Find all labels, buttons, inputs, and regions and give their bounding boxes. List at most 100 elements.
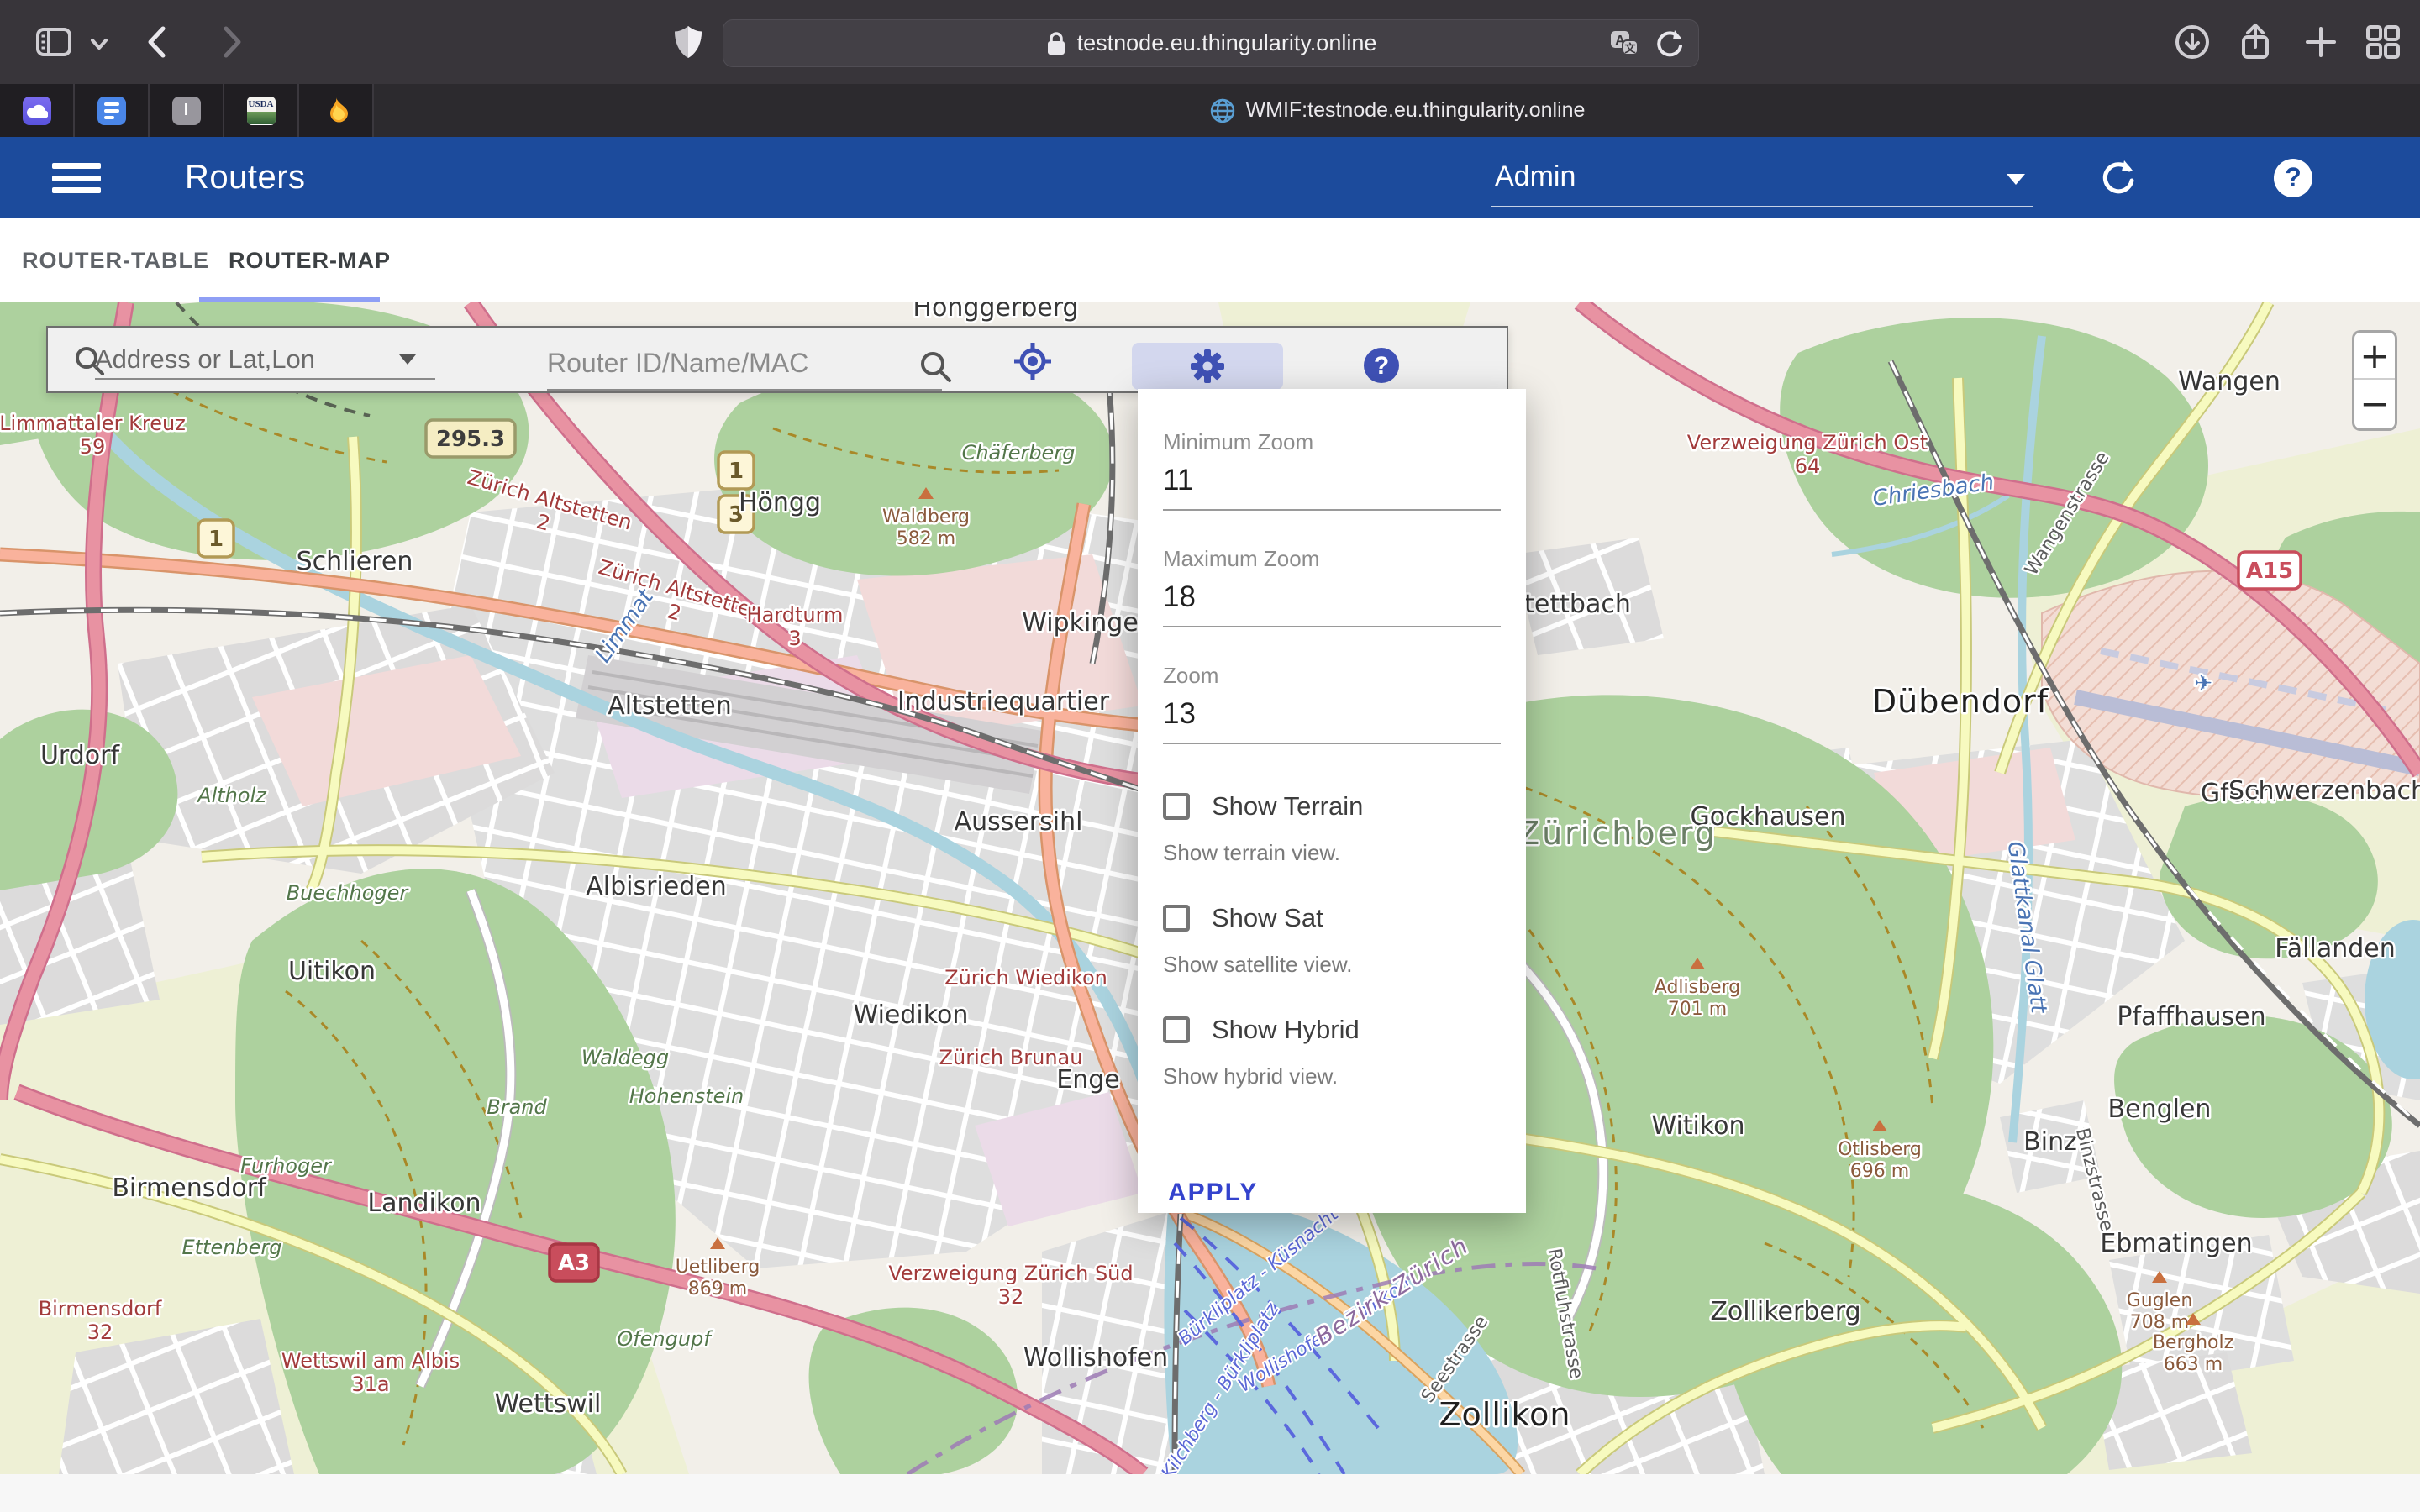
active-tab-indicator xyxy=(199,297,380,302)
map-label: Aussersihl xyxy=(955,807,1083,837)
route-shield: 295.3 xyxy=(426,420,515,457)
settings-checkbox-group: Show SatShow satellite view. xyxy=(1163,903,1501,978)
reload-icon[interactable] xyxy=(1653,27,1686,60)
address-select[interactable]: Address or Lat,Lon xyxy=(95,344,315,375)
checkbox-row[interactable]: Show Hybrid xyxy=(1163,1015,1501,1045)
checkbox-row[interactable]: Show Sat xyxy=(1163,903,1501,933)
url-text: testnode.eu.thingularity.online xyxy=(1077,30,1377,56)
usda-icon: USDA xyxy=(247,97,276,125)
map-label: Stettbach xyxy=(1508,590,1631,619)
map-label: Enge xyxy=(1056,1065,1119,1095)
router-search-icon[interactable] xyxy=(918,349,954,385)
map-settings-button[interactable] xyxy=(1132,343,1283,390)
svg-text:文: 文 xyxy=(1624,42,1636,55)
route-shield: 1 xyxy=(198,520,234,557)
map-label: Benglen xyxy=(2108,1095,2212,1124)
map-label: Wiedikon xyxy=(854,1000,969,1030)
router-search-input[interactable]: Router ID/Name/MAC xyxy=(547,348,942,391)
map-label: Binz xyxy=(2023,1127,2077,1157)
pinned-tab-firebase[interactable] xyxy=(299,84,374,137)
address-bar[interactable]: testnode.eu.thingularity.online A文 xyxy=(723,19,1699,67)
address-select-caret-icon[interactable] xyxy=(399,354,416,365)
map-help-icon[interactable]: ? xyxy=(1362,346,1401,385)
map-label: Pfaffhausen xyxy=(2117,1002,2265,1032)
address-underline xyxy=(95,378,435,380)
svg-text:1: 1 xyxy=(208,527,224,552)
zoom-field: Minimum Zoom11 xyxy=(1163,429,1501,511)
route-shield: A3 xyxy=(550,1244,598,1281)
map-zoom-control: + − xyxy=(2352,330,2397,431)
lock-icon xyxy=(1045,31,1067,56)
tab-router-map[interactable]: ROUTER-MAP xyxy=(229,218,391,302)
pinned-tab-usda[interactable]: USDA xyxy=(224,84,299,137)
zoom-out-button[interactable]: − xyxy=(2354,380,2395,427)
help-icon[interactable]: ? xyxy=(2272,157,2314,199)
checkbox-description: Show hybrid view. xyxy=(1163,1063,1501,1089)
map-settings-panel: Minimum Zoom11Maximum Zoom18Zoom13 Show … xyxy=(1138,389,1526,1213)
map-label: Zollikerberg xyxy=(1710,1297,1860,1326)
map-label: Otlisberg696 m xyxy=(1838,1139,1922,1182)
map-label: Chäferberg xyxy=(962,441,1076,465)
sidebar-toggle-icon[interactable] xyxy=(34,22,74,62)
map-label: Bergholz663 m xyxy=(2153,1332,2233,1375)
map-label: Uitikon xyxy=(288,957,376,986)
info-icon: I xyxy=(172,97,201,125)
tab-router-table[interactable]: ROUTER-TABLE xyxy=(22,218,209,302)
settings-checkbox-group: Show Terrain Show terrain view. xyxy=(1163,791,1501,866)
checkbox-description: Show terrain view. xyxy=(1163,840,1501,866)
checkbox[interactable] xyxy=(1163,793,1190,820)
map-label: Ebmatingen xyxy=(2100,1229,2252,1258)
pinned-tab-info[interactable]: I xyxy=(150,84,224,137)
my-location-icon[interactable] xyxy=(1013,341,1053,381)
tab-overview-icon[interactable] xyxy=(2363,22,2403,62)
svg-text:?: ? xyxy=(2285,162,2302,192)
field-value-input[interactable]: 13 xyxy=(1163,697,1501,731)
field-value-input[interactable]: 11 xyxy=(1163,464,1501,497)
map-label: Zollikon xyxy=(1439,1396,1571,1433)
map-label: Ofengupf xyxy=(617,1327,713,1351)
map-label: Albisrieden xyxy=(586,872,727,901)
downloads-icon[interactable] xyxy=(2172,22,2212,62)
svg-text:?: ? xyxy=(1374,352,1389,380)
pinned-tab-icloud[interactable] xyxy=(0,84,75,137)
settings-checkboxes: Show TerrainShow terrain view.Show SatSh… xyxy=(1163,791,1501,1089)
zoom-in-button[interactable]: + xyxy=(2354,333,2395,380)
field-value-input[interactable]: 18 xyxy=(1163,580,1501,614)
pinned-tab-docs[interactable] xyxy=(75,84,150,137)
apply-button[interactable]: APPLY xyxy=(1163,1170,1263,1213)
svg-text:295.3: 295.3 xyxy=(436,427,505,452)
settings-checkbox-group: Show Hybrid Show hybrid view. xyxy=(1163,1015,1501,1089)
menu-icon[interactable] xyxy=(52,163,101,193)
checkbox[interactable] xyxy=(1163,905,1190,932)
map-label: Ettenberg xyxy=(182,1236,281,1259)
checkbox-row[interactable]: Show Terrain xyxy=(1163,791,1501,822)
chevron-down-icon[interactable] xyxy=(87,32,111,55)
refresh-icon[interactable] xyxy=(2097,157,2139,199)
gear-icon xyxy=(1187,346,1228,386)
user-role-select[interactable]: Admin xyxy=(1491,150,2033,207)
map-area: 295.3113A3A15 DübendorfZollikonHönggerbe… xyxy=(0,302,2420,1474)
map-label: Urdorf xyxy=(40,741,120,770)
translate-icon[interactable]: A文 xyxy=(1607,27,1641,60)
shield-extension-icon[interactable] xyxy=(668,22,708,62)
active-tab[interactable]: WMIF:testnode.eu.thingularity.online xyxy=(374,84,2420,137)
svg-text:A15: A15 xyxy=(2246,559,2293,584)
icloud-icon xyxy=(23,97,51,125)
map-label: Buechhoger xyxy=(287,881,410,905)
map-label: Wangen xyxy=(2178,367,2281,396)
user-role-value: Admin xyxy=(1495,160,1576,193)
map-label: Landikon xyxy=(367,1189,481,1218)
share-icon[interactable] xyxy=(2235,22,2275,62)
view-tabs: ROUTER-TABLE ROUTER-MAP xyxy=(0,218,2420,302)
map-label: Dübendorf xyxy=(1872,683,2049,720)
map-label: Wettswil xyxy=(495,1389,602,1419)
map-label: Schwerzenbach xyxy=(2228,776,2420,806)
checkbox[interactable] xyxy=(1163,1016,1190,1043)
globe-icon xyxy=(1209,97,1236,124)
back-button-icon[interactable] xyxy=(139,22,179,62)
map-label: Altholz xyxy=(196,784,267,807)
map-label: Schlieren xyxy=(297,547,413,576)
forward-button-icon[interactable] xyxy=(210,22,250,62)
new-tab-icon[interactable] xyxy=(2301,22,2341,62)
browser-toolbar: testnode.eu.thingularity.online A文 xyxy=(0,0,2420,84)
